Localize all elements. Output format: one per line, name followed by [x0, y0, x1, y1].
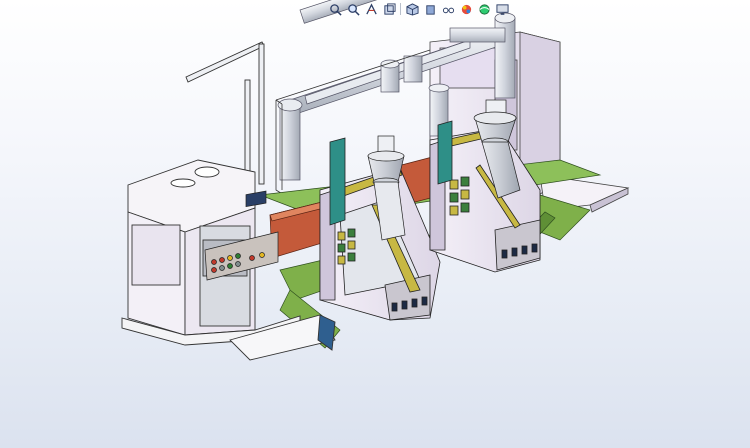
section-view-icon[interactable] [381, 1, 397, 17]
appearance-sphere-icon[interactable] [458, 1, 474, 17]
scene-icon[interactable] [476, 1, 492, 17]
monitor-icon[interactable] [494, 1, 510, 17]
eye-glasses-icon[interactable] [440, 1, 456, 17]
toolbar-separator [400, 3, 401, 15]
graphics-area[interactable] [0, 0, 750, 448]
magnify-area-icon[interactable] [345, 1, 361, 17]
magnify-fit-icon[interactable] [327, 1, 343, 17]
machine-assembly-model[interactable] [0, 0, 750, 448]
heads-up-view-toolbar [327, 1, 510, 17]
previous-view-icon[interactable] [363, 1, 379, 17]
display-style-icon[interactable] [422, 1, 438, 17]
cube-orientation-icon[interactable] [404, 1, 420, 17]
